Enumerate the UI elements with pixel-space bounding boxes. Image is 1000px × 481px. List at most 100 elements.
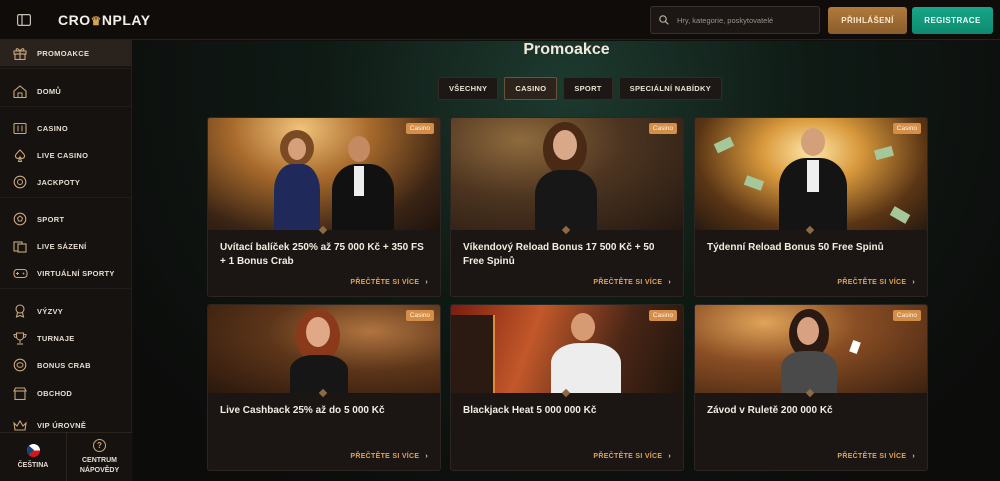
divider: [0, 106, 132, 107]
sidebar-item-label: OBCHOD: [37, 388, 73, 398]
promo-image: Casino: [451, 305, 683, 398]
dress-shape: [535, 170, 597, 230]
tab-casino[interactable]: CASINO: [504, 77, 558, 100]
sidebar-item-label: VÝZVY: [37, 306, 64, 316]
sidebar-item-vyzvy[interactable]: VÝZVY: [0, 298, 132, 324]
promo-tabs: VŠECHNY CASINO SPORT SPECIÁLNÍ NABÍDKY: [438, 77, 728, 100]
help-center-label: CENTRUM NÁPOVĚDY: [80, 456, 119, 476]
sidebar-item-label: LIVE CASINO: [37, 150, 89, 160]
promo-card[interactable]: Casino Týdenní Reload Bonus 50 Free Spin…: [694, 117, 928, 297]
read-more-label: PŘEČTĚTE SI VÍCE: [837, 453, 907, 460]
coin-icon: [12, 174, 28, 190]
promo-title: Uvítací balíček 250% až 75 000 Kč + 350 …: [220, 242, 424, 267]
face-shape: [306, 317, 330, 347]
top-bar: CRO♛NPLAY PŘIHLÁŠENÍ REGISTRACE: [0, 0, 1000, 40]
crown-icon: ♛: [90, 13, 102, 28]
promo-image: Casino: [208, 305, 440, 398]
sidebar-item-promoakce[interactable]: PROMOAKCE: [0, 40, 132, 66]
promo-card[interactable]: Casino Uvítací balíček 250% až 75 000 Kč…: [207, 117, 441, 297]
sidebar-item-virtualni-sporty[interactable]: VIRTUÁLNÍ SPORTY: [0, 260, 132, 286]
sidebar-toggle-button[interactable]: [0, 0, 48, 40]
gift-icon: [12, 45, 28, 61]
promo-image: Casino: [695, 118, 927, 235]
tab-specialni-nabidky[interactable]: SPECIÁLNÍ NABÍDKY: [618, 77, 723, 100]
gamepad-icon: [12, 265, 28, 281]
read-more-link[interactable]: PŘEČTĚTE SI VÍCE ›: [350, 279, 428, 286]
banknote-shape: [743, 175, 765, 191]
divider: [0, 68, 132, 69]
sidebar-item-jackpoty[interactable]: JACKPOTY: [0, 169, 132, 195]
promo-card[interactable]: Casino Závod v Ruletě 200 000 Kč PŘEČTĚT…: [694, 304, 928, 471]
category-badge: Casino: [892, 123, 921, 134]
read-more-link[interactable]: PŘEČTĚTE SI VÍCE ›: [350, 453, 428, 460]
sidebar-item-label: LIVE SÁZENÍ: [37, 241, 87, 251]
promo-card[interactable]: Casino Víkendový Reload Bonus 17 500 Kč …: [450, 117, 684, 297]
language-selector[interactable]: ČEŠTINA: [0, 433, 66, 481]
search-box[interactable]: [650, 6, 820, 34]
divider: [0, 197, 132, 198]
page-title: Promoakce: [523, 41, 610, 58]
sidebar-item-label: CASINO: [37, 123, 68, 133]
sidebar-item-casino[interactable]: CASINO: [0, 115, 132, 141]
read-more-label: PŘEČTĚTE SI VÍCE: [837, 279, 907, 286]
login-button[interactable]: PŘIHLÁŠENÍ: [828, 7, 907, 34]
shop-icon: [12, 385, 28, 401]
sidebar-item-label: SPORT: [37, 214, 65, 224]
czech-flag-icon: [26, 444, 40, 457]
search-input[interactable]: [677, 15, 817, 25]
trophy-icon: [12, 330, 28, 346]
playing-card-shape: [849, 339, 861, 355]
category-badge: Casino: [648, 123, 677, 134]
slot-machine-shape: [451, 315, 495, 393]
sidebar-item-vip-urovne[interactable]: VIP ÚROVNĚ: [0, 417, 132, 433]
ball-icon: [12, 211, 28, 227]
read-more-link[interactable]: PŘEČTĚTE SI VÍCE ›: [593, 453, 671, 460]
crab-icon: [12, 357, 28, 373]
sidebar-item-turnaje[interactable]: TURNAJE: [0, 325, 132, 351]
help-center-button[interactable]: ? CENTRUM NÁPOVĚDY: [66, 433, 132, 481]
sidebar-item-bonus-crab[interactable]: BONUS CRAB: [0, 352, 132, 378]
live-bet-icon: [12, 238, 28, 254]
main-content: Promoakce VŠECHNY CASINO SPORT SPECIÁLNÍ…: [133, 41, 1000, 481]
sidebar-item-obchod[interactable]: OBCHOD: [0, 380, 132, 406]
sidebar-item-sport[interactable]: SPORT: [0, 206, 132, 232]
tab-vsechny[interactable]: VŠECHNY: [438, 77, 499, 100]
sidebar-item-label: DOMŮ: [37, 86, 62, 96]
logo-text-left: CRO: [58, 11, 91, 28]
read-more-label: PŘEČTĚTE SI VÍCE: [350, 279, 420, 286]
sidebar-item-domu[interactable]: DOMŮ: [0, 78, 132, 104]
chevron-right-icon: ›: [668, 453, 671, 460]
promo-illustration: [695, 118, 927, 230]
category-badge: Casino: [648, 310, 677, 321]
chevron-right-icon: ›: [425, 453, 428, 460]
dress-shape: [290, 355, 348, 393]
read-more-link[interactable]: PŘEČTĚTE SI VÍCE ›: [593, 279, 671, 286]
sidebar-item-live-sazeni[interactable]: LIVE SÁZENÍ: [0, 233, 132, 259]
tab-sport[interactable]: SPORT: [563, 77, 613, 100]
chevron-right-icon: ›: [912, 453, 915, 460]
vip-icon: [12, 417, 28, 433]
face-shape: [801, 128, 825, 156]
search-icon: [659, 15, 669, 25]
shirt-shape: [354, 166, 364, 196]
dress-shape: [781, 351, 837, 393]
promo-title: Live Cashback 25% až do 5 000 Kč: [220, 405, 385, 416]
promo-card[interactable]: Casino Live Cashback 25% až do 5 000 Kč …: [207, 304, 441, 471]
register-button[interactable]: REGISTRACE: [912, 7, 993, 34]
question-icon: ?: [93, 439, 106, 452]
face-shape: [288, 138, 306, 160]
promo-title: Závod v Ruletě 200 000 Kč: [707, 405, 833, 416]
logo[interactable]: CRO♛NPLAY: [58, 12, 151, 28]
language-label: ČEŠTINA: [17, 462, 49, 469]
sidebar-item-live-casino[interactable]: LIVE CASINO: [0, 142, 132, 168]
slot-icon: [12, 120, 28, 136]
promo-illustration: [208, 118, 440, 230]
face-shape: [571, 313, 595, 341]
banknote-shape: [874, 145, 894, 161]
read-more-label: PŘEČTĚTE SI VÍCE: [593, 279, 663, 286]
banknote-shape: [713, 136, 735, 154]
promo-card[interactable]: Casino Blackjack Heat 5 000 000 Kč PŘEČT…: [450, 304, 684, 471]
category-badge: Casino: [405, 123, 434, 134]
read-more-link[interactable]: PŘEČTĚTE SI VÍCE ›: [837, 279, 915, 286]
read-more-link[interactable]: PŘEČTĚTE SI VÍCE ›: [837, 453, 915, 460]
